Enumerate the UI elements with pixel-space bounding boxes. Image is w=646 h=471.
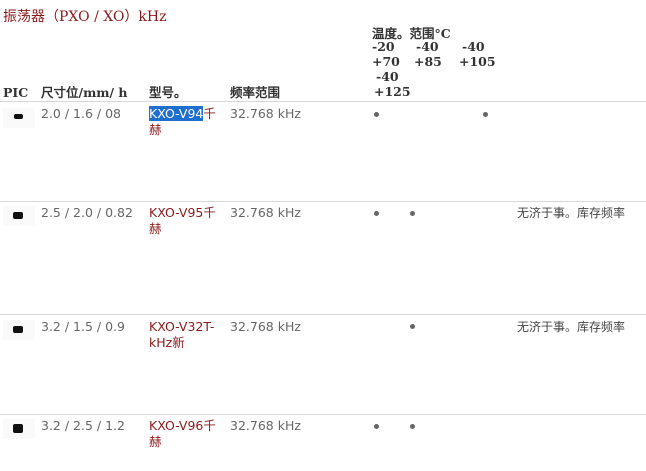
- temp-col-3-max: +105: [459, 54, 496, 69]
- temp-col-4-min: -40: [376, 69, 399, 84]
- frequency-cell: 32.768 kHz: [230, 418, 301, 433]
- crystal-oscillator-icon: [14, 114, 23, 119]
- header-model: 型号。: [149, 85, 187, 100]
- model-link[interactable]: KXO-V95千赫: [149, 205, 224, 237]
- page-title: 振荡器（PXO / XO）kHz: [3, 9, 167, 25]
- frequency-cell: 32.768 kHz: [230, 106, 301, 121]
- model-selected-text: KXO-V94: [149, 106, 204, 121]
- temp-available-dot: [483, 112, 488, 117]
- product-image: [3, 320, 35, 340]
- crystal-oscillator-icon: [13, 326, 23, 333]
- temp-available-dot: [410, 211, 415, 216]
- crystal-oscillator-icon: [13, 212, 23, 219]
- stock-note: 无济于事。库存频率: [517, 320, 626, 334]
- model-text: KXO-V95千赫: [149, 205, 216, 236]
- row-divider: [0, 314, 646, 315]
- stock-note: 无济于事。库存频率: [517, 206, 626, 220]
- temp-col-1-min: -20: [372, 39, 395, 54]
- temp-col-3-min: -40: [462, 39, 485, 54]
- temp-available-dot: [410, 424, 415, 429]
- frequency-cell: 32.768 kHz: [230, 319, 301, 334]
- model-link[interactable]: KXO-V94千赫: [149, 106, 224, 138]
- size-cell: 2.0 / 1.6 / 08: [41, 106, 121, 121]
- temp-available-dot: [374, 424, 379, 429]
- temp-col-2-max: +85: [414, 54, 442, 69]
- temp-col-4-max: +125: [374, 84, 411, 99]
- header-pic: PIC: [3, 85, 29, 100]
- temp-available-dot: [410, 324, 415, 329]
- model-link[interactable]: KXO-V96千赫: [149, 418, 224, 450]
- row-divider: [0, 414, 646, 415]
- size-cell: 3.2 / 2.5 / 1.2: [41, 418, 125, 433]
- temp-available-dot: [374, 211, 379, 216]
- frequency-cell: 32.768 kHz: [230, 205, 301, 220]
- row-divider: [0, 101, 646, 102]
- size-cell: 3.2 / 1.5 / 0.9: [41, 319, 125, 334]
- row-divider: [0, 201, 646, 202]
- product-image: [3, 419, 35, 439]
- header-frequency: 频率范围: [230, 85, 281, 100]
- temp-col-2-min: -40: [416, 39, 439, 54]
- crystal-oscillator-icon: [13, 424, 23, 433]
- temp-available-dot: [374, 112, 379, 117]
- size-cell: 2.5 / 2.0 / 0.82: [41, 205, 133, 220]
- model-link[interactable]: KXO-V32T-kHz新: [149, 319, 221, 351]
- header-size: 尺寸位/mm/ h: [41, 85, 128, 100]
- product-image: [3, 206, 35, 226]
- model-text: KXO-V96千赫: [149, 418, 216, 449]
- model-text: KXO-V32T-kHz新: [149, 319, 215, 350]
- temp-col-1-max: +70: [372, 54, 400, 69]
- product-image: [3, 108, 35, 128]
